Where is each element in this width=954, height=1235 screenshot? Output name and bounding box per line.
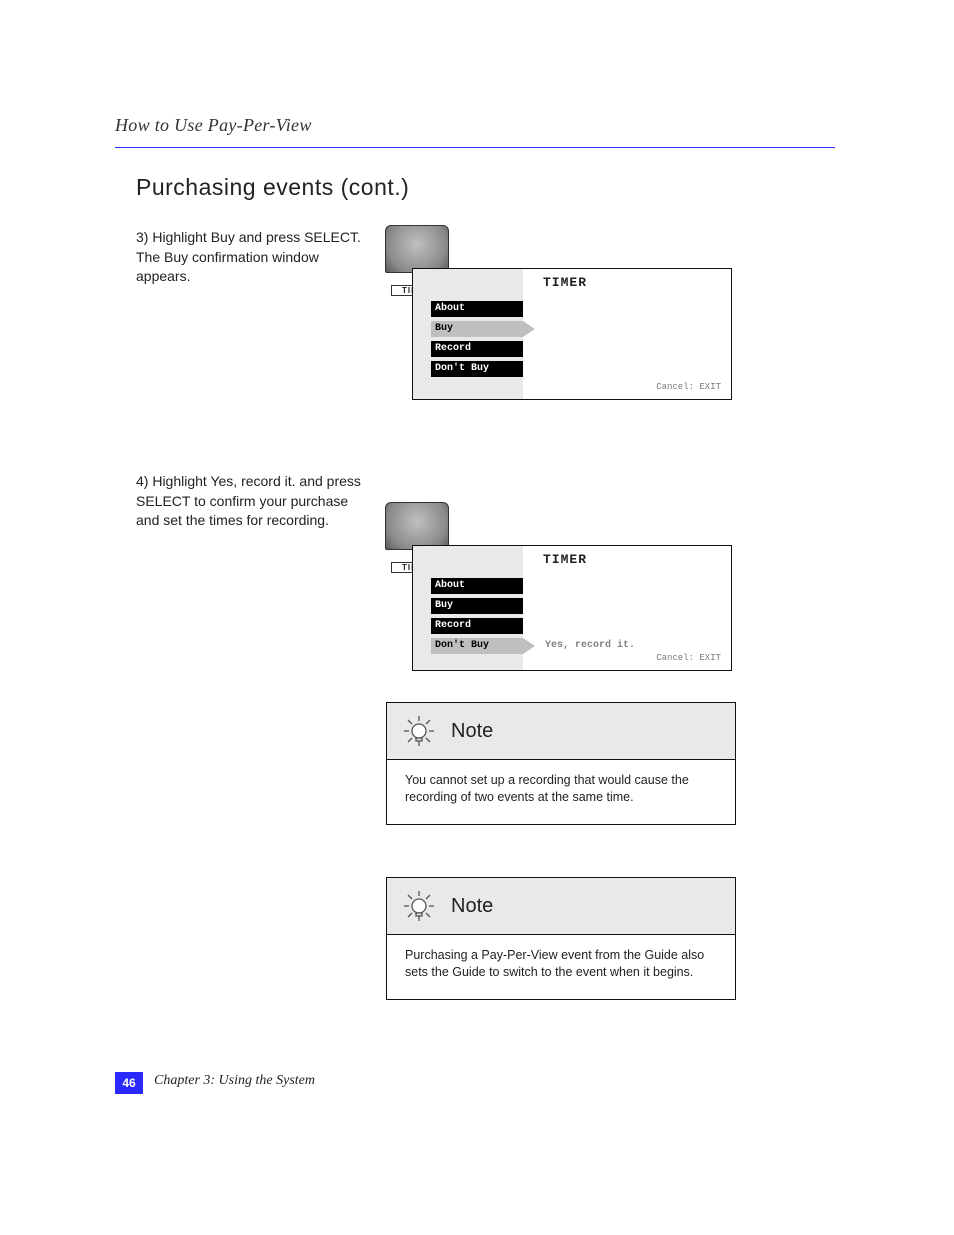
- step-3-text: 3) Highlight Buy and press SELECT. The B…: [136, 228, 364, 287]
- lightbulb-icon: [401, 713, 437, 749]
- menu-item-label: Buy: [431, 321, 523, 337]
- menu-item-label: Record: [431, 341, 523, 357]
- menu-item-record[interactable]: Record: [431, 616, 711, 636]
- panel-title: TIMER: [543, 552, 587, 568]
- note-box: Note You cannot set up a recording that …: [386, 702, 736, 825]
- panel-title: TIMER: [543, 275, 587, 291]
- menu-item-label: About: [431, 578, 523, 594]
- menu-item-record[interactable]: Record: [431, 339, 711, 359]
- chevron-right-icon: [523, 638, 535, 654]
- menu-item-buy[interactable]: Buy: [431, 319, 711, 339]
- menu-panel-confirm: TIMER About Buy Record Don't Buy Yes, re…: [412, 545, 732, 671]
- menu-item-label: About: [431, 301, 523, 317]
- header-rule: [115, 147, 835, 148]
- note-title: Note: [451, 720, 493, 743]
- menu-item-buy[interactable]: Buy: [431, 596, 711, 616]
- running-footer: Chapter 3: Using the System: [154, 1073, 315, 1089]
- menu-item-label: Don't Buy: [431, 361, 523, 377]
- menu-item-about[interactable]: About: [431, 576, 711, 596]
- step-4-text: 4) Highlight Yes, record it. and press S…: [136, 472, 364, 531]
- note-box: Note Purchasing a Pay-Per-View event fro…: [386, 877, 736, 1000]
- section-title: Purchasing events (cont.): [136, 174, 409, 201]
- menu-item-about[interactable]: About: [431, 299, 711, 319]
- panel-hint: Cancel: EXIT: [656, 382, 721, 393]
- menu-item-label: Don't Buy: [431, 638, 523, 654]
- page-number: 46: [115, 1072, 143, 1094]
- menu-panel-buy: TIMER About Buy Record Don't Buy Cancel:…: [412, 268, 732, 400]
- running-header: How to Use Pay-Per-View: [115, 115, 835, 136]
- menu-item-dont-buy[interactable]: Don't Buy: [431, 359, 711, 379]
- note-title: Note: [451, 895, 493, 918]
- menu-item-label: Buy: [431, 598, 523, 614]
- note-body: Purchasing a Pay-Per-View event from the…: [387, 935, 735, 999]
- lightbulb-icon: [401, 888, 437, 924]
- panel-hint: Cancel: EXIT: [656, 653, 721, 664]
- note-body: You cannot set up a recording that would…: [387, 760, 735, 824]
- chevron-right-icon: [523, 321, 535, 337]
- menu-item-label: Record: [431, 618, 523, 634]
- menu-item-value: Yes, record it.: [545, 640, 635, 652]
